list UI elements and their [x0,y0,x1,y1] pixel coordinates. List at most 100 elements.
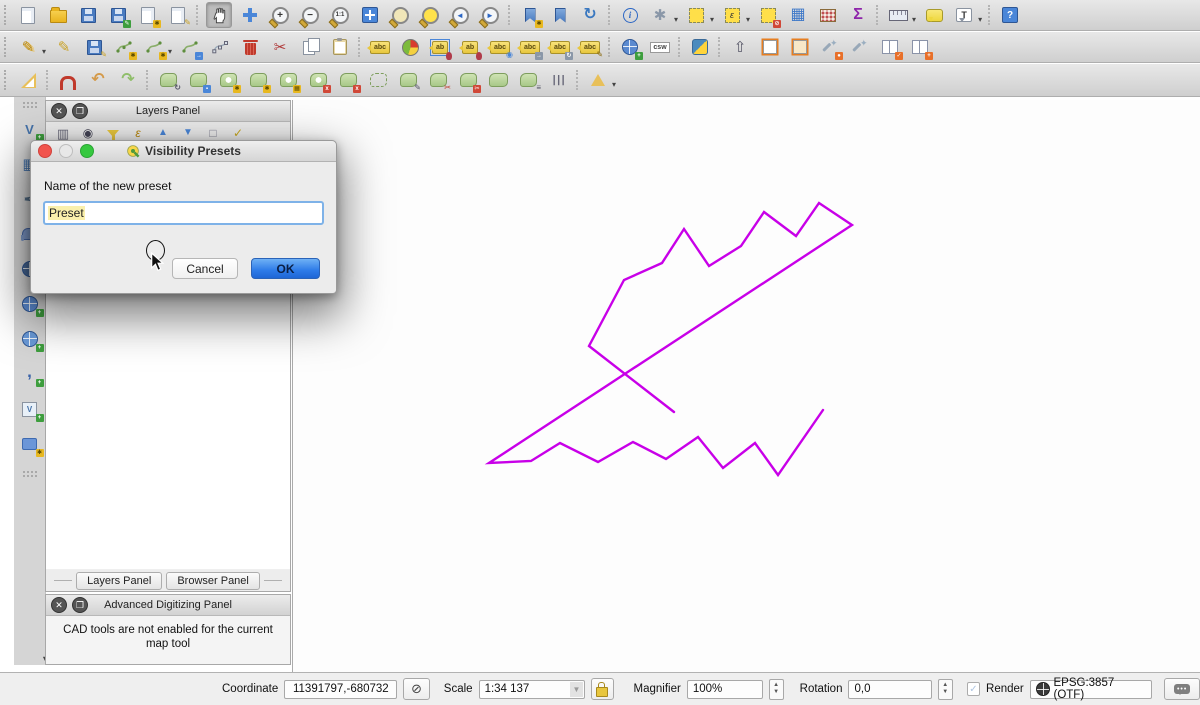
osm-upload-icon[interactable]: + [908,35,932,59]
run-feature-action-dropdown[interactable]: ▾ [674,15,678,24]
add-feature-icon[interactable]: ✱ [112,35,136,59]
redo-icon[interactable]: ↷ [116,68,140,92]
ok-button[interactable]: OK [251,258,320,279]
undo-icon[interactable]: ↶ [86,68,110,92]
fill-ring-icon[interactable]: ▦ [276,68,300,92]
change-label-icon[interactable]: abc✎ [578,35,602,59]
offset-curve-icon[interactable] [366,68,390,92]
select-by-expression-icon[interactable]: ε [720,3,744,27]
snapping-icon[interactable] [56,68,80,92]
zoom-to-selection-icon[interactable] [418,3,442,27]
select-by-expression-dropdown[interactable]: ▾ [746,15,750,24]
whats-this-icon[interactable]: ? [998,3,1022,27]
layer-diagrams-icon[interactable] [398,35,422,59]
pan-map-icon[interactable] [206,2,232,28]
add-web-service-icon[interactable]: + [618,35,642,59]
sidebar-grip[interactable] [22,101,38,109]
scale-combobox[interactable]: 1:34 137▼ [479,680,585,699]
merge-attributes-icon[interactable]: ≡ [516,68,540,92]
split-parts-icon[interactable]: ✂ [456,68,480,92]
save-layer-edits-icon[interactable]: ✎ [82,35,106,59]
zoom-to-layer-icon[interactable] [388,3,412,27]
dialog-titlebar[interactable]: Visibility Presets [31,141,336,162]
refresh-icon[interactable]: ↻ [578,3,602,27]
toggle-editing-icon[interactable]: ✎ [52,35,76,59]
current-edits-icon[interactable]: ✎ [16,35,40,59]
save-project-as-icon[interactable]: ✎ [106,3,130,27]
delete-selected-icon[interactable] [238,35,262,59]
tab-browser-panel[interactable]: Browser Panel [166,572,260,590]
add-delimited-text-layer-icon[interactable]: ,+ [17,362,43,386]
new-shapefile-layer-icon[interactable]: V+ [17,397,43,421]
python-console-icon[interactable] [688,35,712,59]
measure-dropdown[interactable]: ▾ [912,15,916,24]
lock-scale-icon[interactable] [591,678,614,700]
split-features-icon[interactable]: ✂ [426,68,450,92]
check-geometries-icon[interactable]: ☰ [546,68,570,92]
select-features-icon[interactable] [684,3,708,27]
merge-features-icon[interactable] [486,68,510,92]
zoom-next-icon[interactable]: ► [478,3,502,27]
osm-download-icon[interactable]: ✓ [878,35,902,59]
add-circular-string-dropdown[interactable]: ▾ [168,47,172,56]
add-circular-string-icon[interactable]: ✱ [142,35,166,59]
paste-features-icon[interactable] [328,35,352,59]
annotation-rectangle-icon[interactable] [758,35,782,59]
measure-icon[interactable] [886,3,910,27]
pan-to-selection-icon[interactable] [238,3,262,27]
toolbar-grip[interactable] [4,70,10,90]
pin-labels-icon[interactable]: ab [428,35,452,59]
zoom-in-icon[interactable]: + [268,3,292,27]
map-canvas[interactable] [292,100,1200,672]
simplify-feature-icon[interactable]: ▪ [186,68,210,92]
current-edits-dropdown[interactable]: ▾ [42,47,46,56]
topology-checker-icon[interactable]: ● [818,35,842,59]
show-hide-labels-icon[interactable]: abc◉ [488,35,512,59]
delete-part-icon[interactable]: x [336,68,360,92]
add-ring-icon[interactable]: ✱ [216,68,240,92]
deselect-all-icon[interactable]: ⊘ [756,3,780,27]
identify-features-icon[interactable]: i [618,3,642,27]
toolbar-grip[interactable] [4,5,10,25]
rotate-label-icon[interactable]: abc↻ [548,35,572,59]
map-tips-icon[interactable] [922,3,946,27]
show-bookmarks-icon[interactable] [548,3,572,27]
text-annotation-dropdown[interactable]: ▾ [978,15,982,24]
composer-manager-icon[interactable]: ✎ [166,3,190,27]
coordinate-input[interactable]: 11391797,-680732 [284,680,397,699]
magnifier-stepper[interactable]: ▲▼ [769,679,784,700]
add-vector-layer-icon[interactable]: V+ [17,117,43,141]
messages-button[interactable]: ••• [1164,678,1200,700]
offset-point-symbols-icon[interactable] [586,68,610,92]
new-virtual-layer-icon[interactable]: ✱ [17,432,43,456]
add-wfs-layer-icon[interactable]: + [17,327,43,351]
statistical-summary-icon[interactable]: Σ [846,3,870,27]
geometry-checker-icon[interactable] [848,35,872,59]
add-wms-layer-icon[interactable]: + [17,292,43,316]
add-part-icon[interactable]: ✱ [246,68,270,92]
save-project-icon[interactable] [76,3,100,27]
cut-features-icon[interactable]: ✂ [268,35,292,59]
toggle-extents-display-icon[interactable]: ⊘ [403,678,429,700]
move-label-icon[interactable]: abc→ [518,35,542,59]
preset-name-input[interactable]: Preset [43,201,324,225]
run-feature-action-icon[interactable]: ✱ [648,3,672,27]
highlight-pinned-labels-icon[interactable]: ab [458,35,482,59]
open-attribute-table-icon[interactable]: ▦ [786,3,810,27]
rotate-feature-icon[interactable]: ↻ [156,68,180,92]
offset-point-symbols-dropdown[interactable]: ▾ [612,80,616,89]
zoom-out-icon[interactable]: − [298,3,322,27]
new-project-icon[interactable] [16,3,40,27]
chevron-down-icon[interactable]: ▼ [570,682,583,697]
reshape-features-icon[interactable]: ✎ [396,68,420,92]
rotation-input[interactable]: 0,0 [848,680,931,699]
north-arrow-icon[interactable]: ⇧ [728,35,752,59]
tab-layers-panel[interactable]: Layers Panel [76,572,162,590]
new-bookmark-icon[interactable]: ✱ [518,3,542,27]
open-project-icon[interactable] [46,3,70,27]
delete-ring-icon[interactable]: x [306,68,330,92]
annotation-frame-icon[interactable] [788,35,812,59]
field-calculator-icon[interactable] [816,3,840,27]
rotation-stepper[interactable]: ▲▼ [938,679,953,700]
magnifier-input[interactable]: 100% [687,680,763,699]
